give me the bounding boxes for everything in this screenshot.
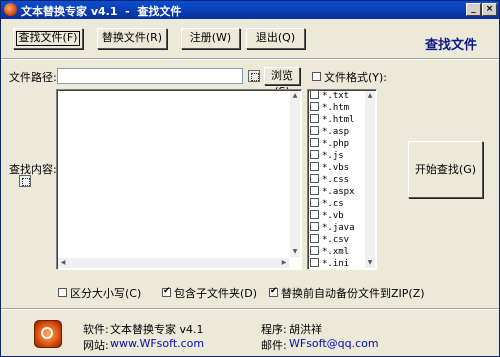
folder-picker-icon[interactable] xyxy=(248,70,260,82)
app-icon xyxy=(4,3,17,16)
extension-item[interactable]: *.cs xyxy=(310,198,344,210)
scroll-up-icon[interactable]: ▲ xyxy=(290,91,300,101)
start-search-button[interactable]: 开始查找(G) xyxy=(408,141,483,198)
extension-item[interactable]: *.csv xyxy=(310,234,349,246)
content-vertical-scrollbar[interactable]: ▲ ▼ xyxy=(290,91,300,257)
scroll-right-icon[interactable]: ▶ xyxy=(279,258,289,268)
window-title: 文本替换专家 v4.1 - 查找文件 xyxy=(21,5,182,18)
find-files-button[interactable]: 查找文件(F) xyxy=(13,28,83,49)
extension-item[interactable]: *.css xyxy=(310,174,349,186)
software-label: 软件: xyxy=(83,323,109,336)
author-label: 程序: xyxy=(261,323,287,336)
browse-button[interactable]: 浏览(S) xyxy=(264,67,300,98)
website-link[interactable]: www.WFsoft.com xyxy=(110,337,204,350)
extension-list[interactable]: ▲ ▼ *.txt *.htm *.html *.asp *.php *.js … xyxy=(307,89,377,270)
content-textarea[interactable]: ▲ ▼ ◀ ▶ xyxy=(56,89,302,270)
path-label: 文件路径: xyxy=(9,71,57,84)
subfolders-checkbox[interactable] xyxy=(162,286,171,297)
software-value: 文本替换专家 v4.1 xyxy=(110,323,204,336)
close-button[interactable]: × xyxy=(482,3,497,16)
email-link[interactable]: WFsoft@qq.com xyxy=(289,337,379,350)
divider xyxy=(1,58,499,60)
extension-item[interactable]: *.asp xyxy=(310,126,349,138)
extension-item[interactable]: *.aspx xyxy=(310,186,355,198)
website-label: 网站: xyxy=(83,339,109,352)
backup-zip-checkbox[interactable] xyxy=(269,286,278,297)
minimize-button[interactable]: _ xyxy=(466,3,481,16)
app-logo-icon xyxy=(34,320,62,348)
extension-item[interactable]: *.java xyxy=(310,222,355,234)
scroll-down-icon[interactable]: ▼ xyxy=(290,247,300,257)
path-input[interactable] xyxy=(57,68,243,84)
extension-item[interactable]: *.vbs xyxy=(310,162,349,174)
extension-item[interactable]: *.js xyxy=(310,150,344,162)
file-format-checkbox[interactable] xyxy=(312,72,321,81)
ext-scroll-down-icon[interactable]: ▼ xyxy=(365,258,375,268)
author-value: 胡洪祥 xyxy=(289,323,322,336)
scroll-left-icon[interactable]: ◀ xyxy=(58,258,68,268)
extension-item[interactable]: *.php xyxy=(310,138,349,150)
main-window: 文本替换专家 v4.1 - 查找文件 _ × 查找文件(F) 替换文件(R) 注… xyxy=(0,0,500,357)
register-button[interactable]: 注册(W) xyxy=(181,28,240,49)
extension-item[interactable]: *.xml xyxy=(310,246,349,258)
extension-list-scrollbar[interactable]: ▲ ▼ xyxy=(365,91,375,268)
title-bar[interactable]: 文本替换专家 v4.1 - 查找文件 _ × xyxy=(1,1,499,19)
content-options-icon[interactable] xyxy=(19,175,31,187)
exit-button[interactable]: 退出(Q) xyxy=(246,28,305,49)
extension-item[interactable]: *.html xyxy=(310,114,355,126)
content-horizontal-scrollbar[interactable]: ◀ ▶ xyxy=(58,258,289,268)
extension-item[interactable]: *.ini xyxy=(310,258,349,270)
extension-item[interactable]: *.txt xyxy=(310,90,349,102)
subfolders-label: 包含子文件夹(D) xyxy=(174,287,258,300)
backup-zip-label: 替换前自动备份文件到ZIP(Z) xyxy=(281,287,425,300)
page-heading: 查找文件 xyxy=(425,38,478,53)
case-sensitive-label: 区分大小写(C) xyxy=(70,287,142,300)
extension-item[interactable]: *.htm xyxy=(310,102,349,114)
replace-files-button[interactable]: 替换文件(R) xyxy=(97,28,167,49)
extension-item[interactable]: *.vb xyxy=(310,210,344,222)
footer-divider xyxy=(1,308,499,310)
ext-scroll-up-icon[interactable]: ▲ xyxy=(365,91,375,101)
content-label: 查找内容: xyxy=(9,163,57,176)
file-format-label: 文件格式(Y): xyxy=(324,71,388,84)
case-sensitive-checkbox[interactable] xyxy=(58,288,67,297)
email-label: 邮件: xyxy=(261,339,287,352)
